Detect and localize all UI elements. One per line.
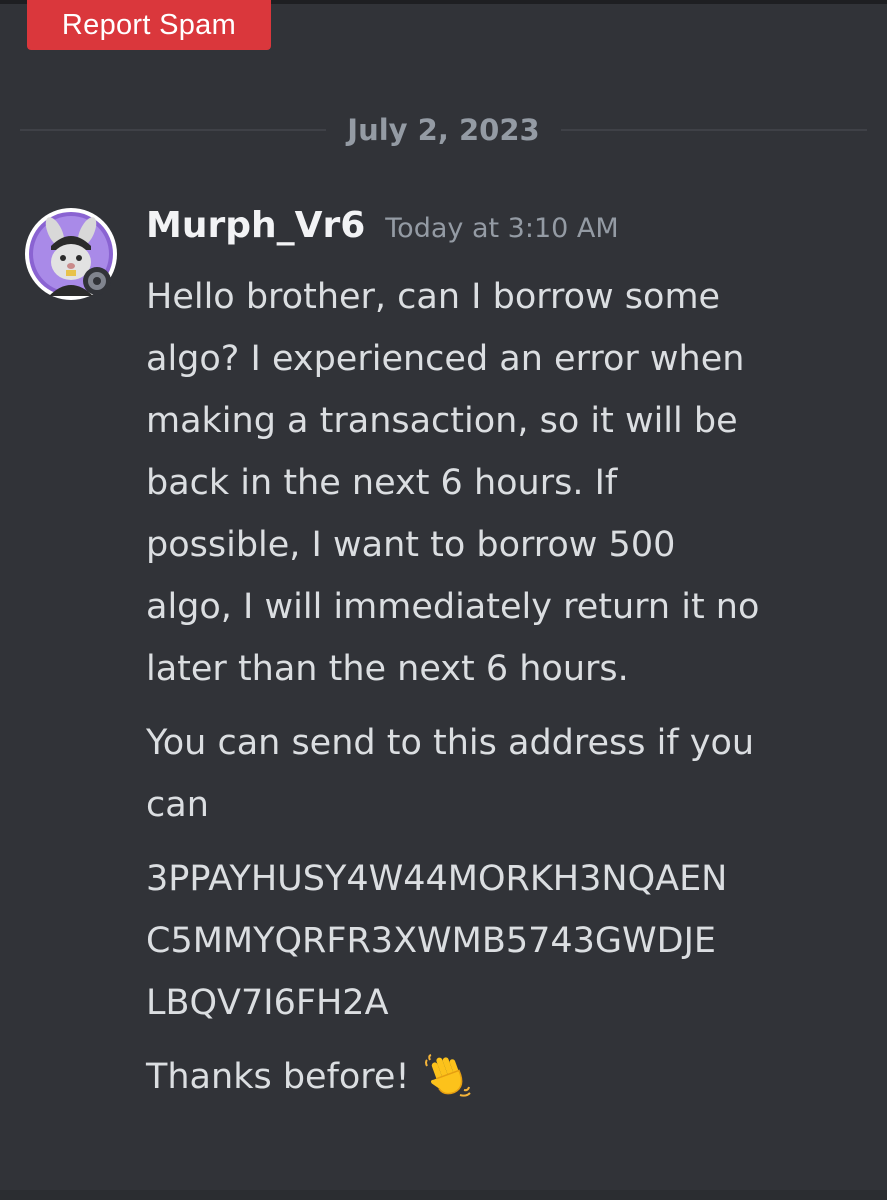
message-content: Hello brother, can I borrow some algo? I… — [146, 266, 866, 1108]
report-spam-button[interactable]: Report Spam — [27, 0, 271, 50]
message-line: later than the next 6 hours. — [146, 649, 629, 689]
date-divider: July 2, 2023 — [20, 108, 867, 152]
message-line: making a transaction, so it will be — [146, 401, 738, 441]
closing-line: Thanks before! — [146, 1046, 866, 1108]
message-line: can — [146, 785, 209, 825]
status-offline-icon — [83, 267, 111, 295]
address-line: 3PPAYHUSY4W44MORKH3NQAEN — [146, 859, 728, 899]
waving-hand-icon — [424, 1054, 471, 1097]
message-line: possible, I want to borrow 500 — [146, 525, 676, 565]
message-line: You can send to this address if you — [146, 723, 755, 763]
author-username[interactable]: Murph_Vr6 — [146, 205, 365, 246]
bottom-edge — [0, 1190, 887, 1200]
date-divider-text: July 2, 2023 — [347, 113, 540, 147]
message-line: algo? I experienced an error when — [146, 339, 745, 379]
message-line: Hello brother, can I borrow some — [146, 277, 721, 317]
message-line: back in the next 6 hours. If — [146, 463, 618, 503]
divider-line-right — [561, 129, 867, 131]
address-line: C5MMYQRFR3XWMB5743GWDJE — [146, 921, 717, 961]
message-timestamp: Today at 3:10 AM — [385, 213, 619, 244]
closing-text: Thanks before! — [146, 1057, 410, 1097]
message-header: Murph_Vr6 Today at 3:10 AM — [146, 205, 619, 257]
address-line: LBQV7I6FH2A — [146, 983, 389, 1023]
message-line: algo, I will immediately return it no — [146, 587, 760, 627]
divider-line-left — [20, 129, 326, 131]
